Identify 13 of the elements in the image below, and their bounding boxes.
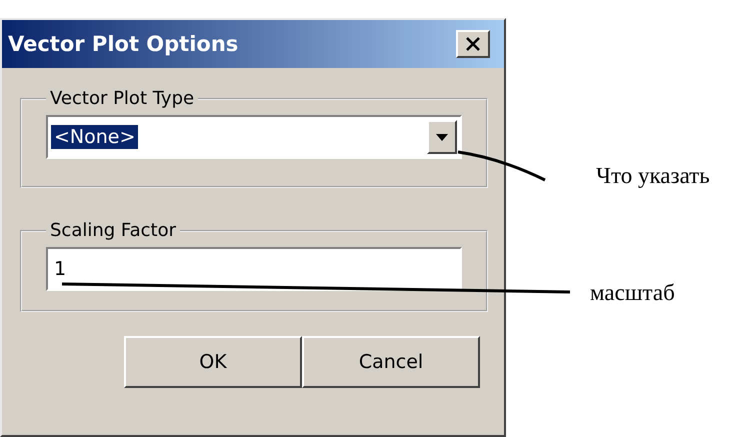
group-label: Scaling Factor xyxy=(49,220,178,241)
cancel-button[interactable]: Cancel xyxy=(302,336,480,388)
dropdown-field[interactable]: <None> xyxy=(46,115,462,159)
dropdown-button[interactable] xyxy=(427,120,457,154)
window-title: Vector Plot Options xyxy=(8,32,238,56)
close-icon xyxy=(465,37,481,51)
input-field[interactable]: 1 xyxy=(46,247,462,291)
group-label: Vector Plot Type xyxy=(49,88,196,109)
annotation-text: Что указать xyxy=(596,163,710,189)
ok-button[interactable]: OK xyxy=(124,336,302,388)
close-button[interactable] xyxy=(456,30,490,58)
annotation-text: масштаб xyxy=(590,280,675,306)
caret-icon xyxy=(436,134,448,140)
